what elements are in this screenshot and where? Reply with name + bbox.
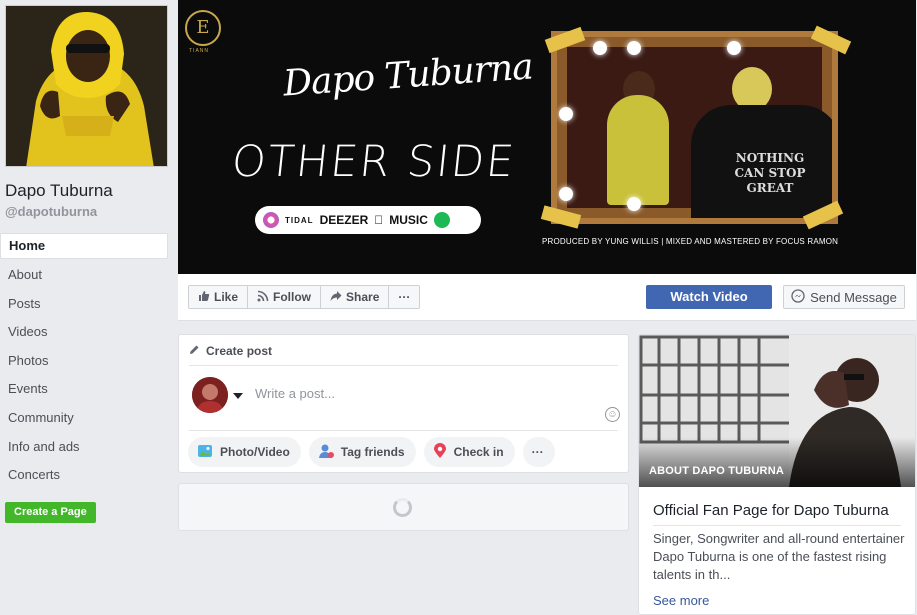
photo-video-button[interactable]: Photo/Video bbox=[188, 437, 301, 467]
cover-song-title: OTHER SIDE bbox=[229, 137, 519, 187]
tag-friends-icon bbox=[318, 443, 334, 462]
about-photo[interactable]: ABOUT DAPO TUBURNA bbox=[639, 335, 915, 487]
label-logo-icon: E bbox=[185, 10, 221, 46]
shirt-line: NOTHING bbox=[735, 151, 805, 165]
label-logo-text: TIANN bbox=[189, 48, 209, 54]
chevron-down-icon[interactable] bbox=[233, 393, 243, 399]
see-more-link[interactable]: See more bbox=[653, 593, 709, 608]
profile-photo bbox=[6, 6, 167, 166]
nav-home[interactable]: Home bbox=[0, 233, 168, 259]
spotify-icon bbox=[433, 212, 450, 228]
share-button[interactable]: Share bbox=[321, 286, 390, 308]
mirror-bulb bbox=[627, 197, 641, 211]
deezer-label: DEEZER bbox=[319, 213, 369, 227]
about-title: Official Fan Page for Dapo Tuburna bbox=[653, 502, 889, 519]
streaming-platforms-badge: TIDAL DEEZER  MUSIC bbox=[255, 206, 481, 234]
nav-info-and-ads[interactable]: Info and ads bbox=[0, 433, 168, 462]
map-pin-icon bbox=[433, 442, 447, 462]
nav-events[interactable]: Events bbox=[0, 375, 168, 404]
page-actions-group: Like Follow Share ··· bbox=[188, 285, 421, 309]
more-dots-icon: ··· bbox=[398, 290, 411, 304]
follow-label: Follow bbox=[273, 290, 312, 304]
nav-photos[interactable]: Photos bbox=[0, 347, 168, 376]
page-name[interactable]: Dapo Tuburna bbox=[5, 181, 113, 201]
rss-icon bbox=[257, 290, 269, 305]
create-post-composer: Create post Write a post... ☺ Photo/Vide… bbox=[178, 334, 629, 473]
pencil-icon bbox=[189, 344, 200, 358]
mirror-reflection: NOTHING CAN STOP GREAT bbox=[567, 47, 832, 218]
like-label: Like bbox=[214, 290, 239, 304]
write-post-input[interactable]: Write a post... bbox=[255, 386, 335, 401]
more-options-button[interactable]: ··· bbox=[522, 437, 555, 467]
nav-posts[interactable]: Posts bbox=[0, 290, 168, 319]
about-card: ABOUT DAPO TUBURNA Official Fan Page for… bbox=[638, 334, 916, 615]
person-body bbox=[607, 95, 669, 205]
photo-icon bbox=[197, 443, 213, 462]
loading-spinner-icon bbox=[393, 498, 412, 517]
photo-gradient bbox=[639, 437, 915, 487]
more-dots-icon: ··· bbox=[531, 445, 544, 459]
create-post-label: Create post bbox=[206, 344, 273, 358]
cover-photo[interactable]: E TIANN Dapo Tuburna OTHER SIDE TIDAL DE… bbox=[178, 0, 916, 274]
send-message-label: Send Message bbox=[810, 289, 897, 305]
share-label: Share bbox=[346, 290, 380, 304]
send-message-button[interactable]: Send Message bbox=[783, 285, 905, 309]
divider bbox=[653, 525, 901, 526]
mirror-bulb bbox=[593, 41, 607, 55]
check-in-label: Check in bbox=[453, 445, 504, 459]
shirt-line: GREAT bbox=[746, 181, 794, 195]
shirt-text: NOTHING CAN STOP GREAT bbox=[715, 151, 825, 196]
nav-community[interactable]: Community bbox=[0, 404, 168, 433]
profile-picture[interactable] bbox=[5, 5, 168, 167]
messenger-icon bbox=[791, 288, 805, 306]
like-button[interactable]: Like bbox=[189, 286, 249, 308]
apple-icon:  bbox=[374, 213, 383, 227]
create-page-button[interactable]: Create a Page bbox=[5, 502, 96, 523]
composer-avatar[interactable] bbox=[192, 377, 228, 413]
shirt-line: CAN STOP bbox=[734, 166, 806, 180]
divider bbox=[189, 365, 618, 366]
tidal-label: TIDAL bbox=[285, 215, 314, 225]
divider bbox=[189, 430, 618, 431]
nav-concerts[interactable]: Concerts bbox=[0, 461, 168, 490]
follow-button[interactable]: Follow bbox=[248, 286, 322, 308]
cover-credits: PRODUCED BY YUNG WILLIS | MIXED AND MAST… bbox=[542, 237, 839, 246]
itunes-icon bbox=[263, 212, 279, 228]
photo-video-label: Photo/Video bbox=[220, 445, 290, 459]
about-heading: ABOUT DAPO TUBURNA bbox=[649, 465, 784, 477]
page-nav: Home About Posts Videos Photos Events Co… bbox=[0, 233, 168, 490]
share-arrow-icon bbox=[330, 290, 342, 305]
left-column: Dapo Tuburna @dapotuburna Home About Pos… bbox=[0, 0, 178, 615]
create-post-header[interactable]: Create post bbox=[189, 344, 272, 358]
page-handle[interactable]: @dapotuburna bbox=[5, 204, 97, 219]
mirror-bulb bbox=[559, 187, 573, 201]
mirror-bulb bbox=[559, 107, 573, 121]
watch-video-button[interactable]: Watch Video bbox=[646, 285, 772, 309]
mirror-bulb bbox=[627, 41, 641, 55]
tag-friends-label: Tag friends bbox=[340, 445, 405, 459]
check-in-button[interactable]: Check in bbox=[423, 437, 515, 467]
cover-mirror-image: NOTHING CAN STOP GREAT bbox=[551, 31, 838, 224]
more-actions-button[interactable]: ··· bbox=[389, 286, 419, 308]
apple-music-label: MUSIC bbox=[380, 213, 428, 227]
composer-actions: Photo/Video Tag friends Check in ··· bbox=[188, 437, 555, 467]
cover-artist-signature: Dapo Tuburna bbox=[281, 46, 534, 105]
thumbs-up-icon bbox=[198, 290, 210, 305]
tag-friends-button[interactable]: Tag friends bbox=[308, 437, 416, 467]
mirror-bulb bbox=[727, 41, 741, 55]
nav-videos[interactable]: Videos bbox=[0, 318, 168, 347]
nav-about[interactable]: About bbox=[0, 261, 168, 290]
emoji-icon[interactable]: ☺ bbox=[605, 407, 620, 422]
page-action-bar: Like Follow Share ··· Watch Video Send M… bbox=[178, 274, 916, 321]
about-description: Singer, Songwriter and all-round enterta… bbox=[653, 531, 905, 582]
feed-loading-placeholder bbox=[178, 483, 629, 531]
